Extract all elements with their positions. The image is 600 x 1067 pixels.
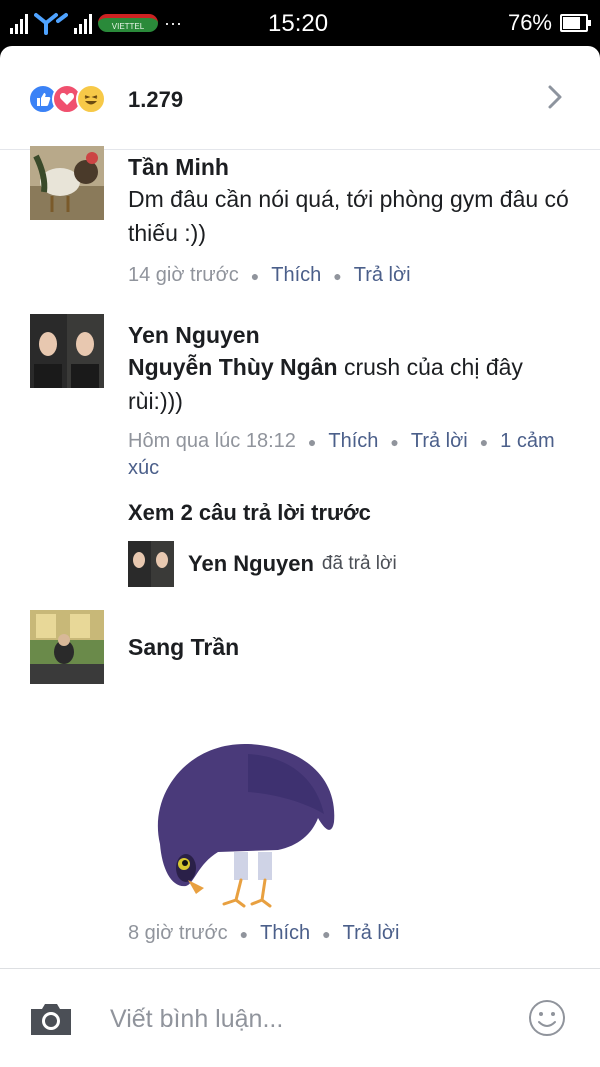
signal-strength-icon [10,12,28,34]
sticker-image[interactable] [148,734,348,909]
reaction-icons [28,84,106,114]
signal-strength-2-icon [74,12,92,34]
reply-author: Yen Nguyen [188,551,314,576]
emoji-icon[interactable] [528,999,566,1037]
comment-meta: 14 giờ trước ● Thích ● Trả lời [128,264,411,286]
like-button[interactable]: Thích [271,264,321,286]
avatar[interactable] [30,610,104,684]
more-notifications-icon: ··· [164,12,182,33]
comment-meta: Hôm qua lúc 18:12 ● Thích ● Trả lời ● 1 cảm xú… [128,430,555,479]
commenter-name[interactable]: Sang Trần [128,632,570,662]
battery-icon [560,14,591,32]
reply-button[interactable]: Trả lời [354,264,411,286]
camera-icon[interactable] [28,1001,74,1037]
comment-input[interactable] [110,997,500,1041]
reply-button[interactable]: Trả lời [411,430,468,452]
comment-text: Nguyễn Thùy Ngân crush của chị đây rùi:)… [128,350,570,418]
operator-logo: VIETTEL [98,14,158,32]
battery-percent: 76% [507,10,552,35]
comment-meta: 8 giờ trước ● Thích ● Trả lời [128,922,400,944]
comment-time: 14 giờ trước [128,264,239,286]
avatar [128,541,174,587]
comment-time: 8 giờ trước [128,922,228,944]
reply-preview[interactable]: Yen Nguyen đã trả lời [128,541,397,587]
tagged-user[interactable]: Nguyễn Thùy Ngân [128,354,338,380]
commenter-name[interactable]: Tần Minh [128,152,570,182]
status-left: VIETTEL ··· [10,8,182,38]
like-button[interactable]: Thích [260,922,310,944]
avatar[interactable] [30,146,104,220]
commenter-name[interactable]: Yen Nguyen [128,320,570,350]
like-button[interactable]: Thích [328,430,378,452]
comment-composer [0,968,600,1067]
comment-time: Hôm qua lúc 18:12 [128,430,296,452]
status-time: 15:20 [268,10,329,37]
status-bar: VIETTEL ··· 15:20 76% [0,0,600,46]
status-right: 76% [507,10,591,36]
comments-sheet: 1.279 Tần Minh Dm đâu cần nói quá, tới p… [0,46,600,1067]
see-previous-replies-link[interactable]: Xem 2 câu trả lời trước [128,500,371,526]
comment-text: Dm đâu cần nói quá, tới phòng gym đâu có… [128,186,569,246]
reactions-summary[interactable]: 1.279 [0,46,600,150]
haha-icon [76,84,106,114]
reaction-count: 1.279 [128,87,184,112]
chevron-right-icon[interactable] [540,82,570,112]
reply-button[interactable]: Trả lời [343,922,400,944]
reply-verb: đã trả lời [321,553,397,574]
data-transfer-icon [34,13,68,35]
avatar[interactable] [30,314,104,388]
